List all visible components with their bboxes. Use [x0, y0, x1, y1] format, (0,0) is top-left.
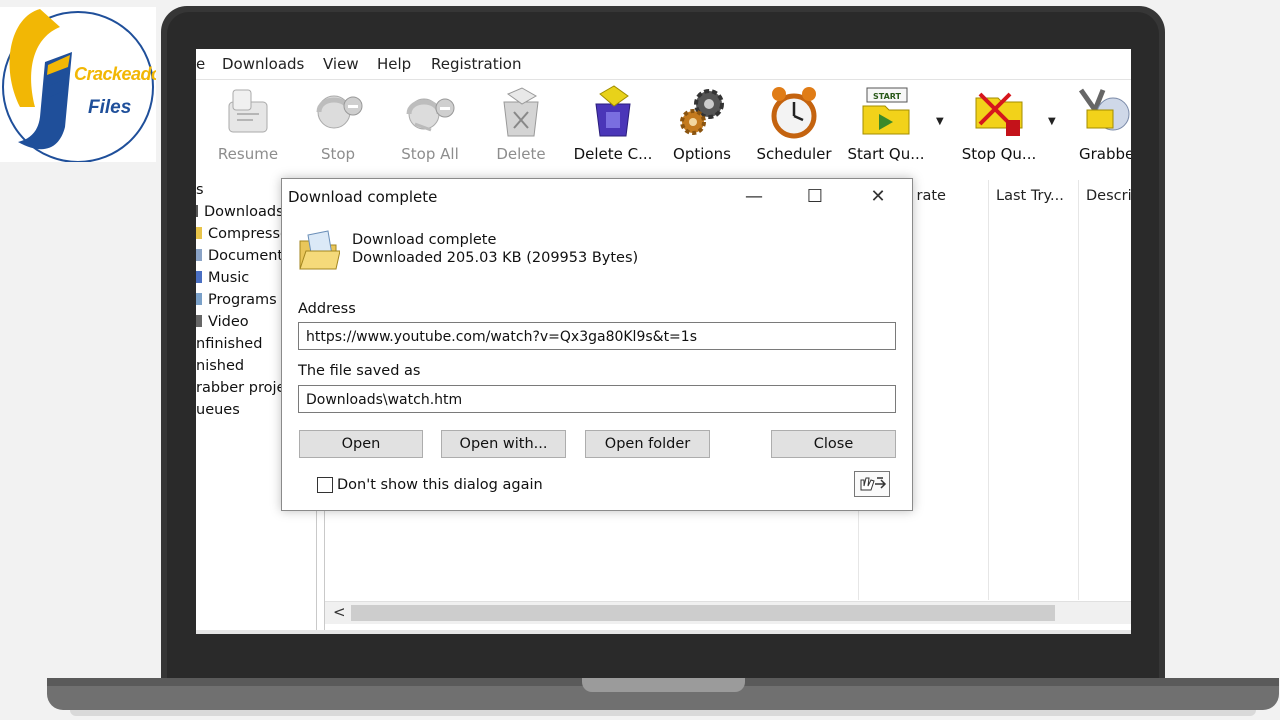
scheduler-label: Scheduler: [756, 145, 832, 163]
start-queue-dropdown-icon[interactable]: ▼: [936, 116, 944, 127]
stop-all-label: Stop All: [401, 145, 459, 163]
grabber-icon: [1078, 88, 1130, 131]
column-separator: [988, 180, 989, 600]
tree-item-video[interactable]: Video: [196, 314, 249, 330]
menu-view[interactable]: View: [323, 55, 359, 73]
horizontal-scrollbar[interactable]: <: [325, 601, 1131, 624]
saved-as-label: The file saved as: [298, 363, 421, 379]
menu-registration[interactable]: Registration: [431, 55, 521, 73]
start-queue-icon: START: [862, 87, 910, 135]
open-folder-button[interactable]: Open folder: [585, 430, 710, 458]
tree-item-label: Video: [208, 314, 249, 330]
start-badge-text: START: [873, 92, 902, 101]
resume-icon: [228, 89, 268, 133]
laptop-notch: [582, 678, 745, 692]
resume-button[interactable]: Resume: [210, 80, 286, 176]
column-header-description[interactable]: Descrip: [1086, 188, 1131, 204]
folder-icon: [196, 227, 202, 239]
scrollbar-thumb[interactable]: [351, 605, 1055, 621]
stop-icon: [316, 95, 363, 129]
saved-as-field[interactable]: Downloads\watch.htm: [298, 385, 896, 413]
stop-button[interactable]: Stop: [300, 80, 376, 176]
menu-file[interactable]: e: [196, 55, 205, 73]
hand-pointer-icon: [860, 477, 887, 491]
dialog-message-title: Download complete: [352, 232, 497, 248]
logo-text-files: Files: [88, 97, 132, 118]
stop-all-icon: [406, 98, 455, 132]
toolbar: Resume Stop Stop All Delete Delete C... …: [196, 80, 1131, 181]
delete-icon: [503, 87, 539, 137]
site-logo: Crackeado Files: [0, 7, 156, 162]
grabber-button[interactable]: Grabbe: [1068, 80, 1131, 176]
collapse-dialog-button[interactable]: [854, 471, 890, 497]
document-icon: [196, 249, 202, 261]
tree-item-label: Downloads: [204, 204, 284, 220]
column-separator: [1078, 180, 1079, 600]
options-button[interactable]: Options: [664, 80, 740, 176]
tree-item-root[interactable]: s: [196, 182, 204, 198]
tree-item-label: Music: [208, 270, 250, 286]
stop-all-button[interactable]: Stop All: [392, 80, 468, 176]
scroll-left-icon[interactable]: <: [333, 603, 346, 621]
minimize-button[interactable]: —: [731, 183, 777, 211]
tree-item-downloads[interactable]: Downloads: [196, 204, 284, 220]
resume-label: Resume: [217, 145, 279, 163]
delete-label: Delete: [496, 145, 546, 163]
laptop-shadow: [70, 710, 1256, 716]
tree-item-music[interactable]: Music: [196, 270, 249, 286]
close-button[interactable]: Close: [771, 430, 896, 458]
dialog-message-size: Downloaded 205.03 KB (209953 Bytes): [352, 250, 639, 266]
address-label: Address: [298, 301, 356, 317]
close-window-button[interactable]: ✕: [855, 183, 901, 211]
gear-icon: [680, 89, 724, 135]
logo-text-crackeado: Crackeado: [74, 64, 156, 84]
scheduler-button[interactable]: Scheduler: [752, 80, 836, 176]
status-strip: [196, 630, 1131, 634]
stop-queue-dropdown-icon[interactable]: ▼: [1048, 116, 1056, 127]
alarm-clock-icon: [771, 87, 817, 139]
column-header-last-try[interactable]: Last Try...: [996, 188, 1064, 204]
menu-bar: e Downloads View Help Registration: [196, 49, 1131, 80]
tree-item-compressed[interactable]: Compresse: [196, 226, 289, 242]
open-button[interactable]: Open: [299, 430, 423, 458]
tree-item-documents[interactable]: Documents: [196, 248, 291, 264]
folder-icon: [196, 205, 198, 217]
dont-show-checkbox[interactable]: [317, 477, 333, 493]
start-queue-button[interactable]: START Start Qu...: [844, 80, 928, 176]
grabber-label: Grabbe: [1079, 145, 1131, 163]
menu-downloads[interactable]: Downloads: [222, 55, 304, 73]
video-icon: [196, 315, 202, 327]
tree-item-label: Programs: [208, 292, 277, 308]
stop-queue-button[interactable]: Stop Qu...: [954, 80, 1044, 176]
dont-show-label[interactable]: Don't show this dialog again: [337, 477, 543, 493]
delete-completed-button[interactable]: Delete C...: [572, 80, 654, 176]
delete-button[interactable]: Delete: [483, 80, 559, 176]
open-folder-icon: [299, 230, 340, 270]
stop-queue-label: Stop Qu...: [961, 145, 1037, 163]
program-icon: [196, 293, 202, 305]
music-icon: [196, 271, 202, 283]
menu-help[interactable]: Help: [377, 55, 411, 73]
dialog-title: Download complete: [288, 188, 438, 206]
download-complete-dialog: Download complete — ☐ ✕ Download complet…: [281, 178, 913, 511]
delete-completed-icon: [595, 85, 631, 137]
delete-completed-label: Delete C...: [573, 145, 653, 163]
tree-item-label: Documents: [208, 248, 291, 264]
open-with-button[interactable]: Open with...: [441, 430, 566, 458]
start-queue-label: Start Qu...: [847, 145, 925, 163]
tree-item-finished[interactable]: nished: [196, 358, 244, 374]
address-field[interactable]: https://www.youtube.com/watch?v=Qx3ga80K…: [298, 322, 896, 350]
stop-queue-icon: [975, 92, 1023, 136]
stop-label: Stop: [320, 145, 356, 163]
options-label: Options: [673, 145, 731, 163]
tree-item-label: Compresse: [208, 226, 289, 242]
tree-item-grabber-projects[interactable]: rabber projec: [196, 380, 293, 396]
maximize-button[interactable]: ☐: [792, 183, 838, 211]
tree-item-programs[interactable]: Programs: [196, 292, 277, 308]
tree-item-unfinished[interactable]: nfinished: [196, 336, 262, 352]
tree-item-queues[interactable]: ueues: [196, 402, 240, 418]
